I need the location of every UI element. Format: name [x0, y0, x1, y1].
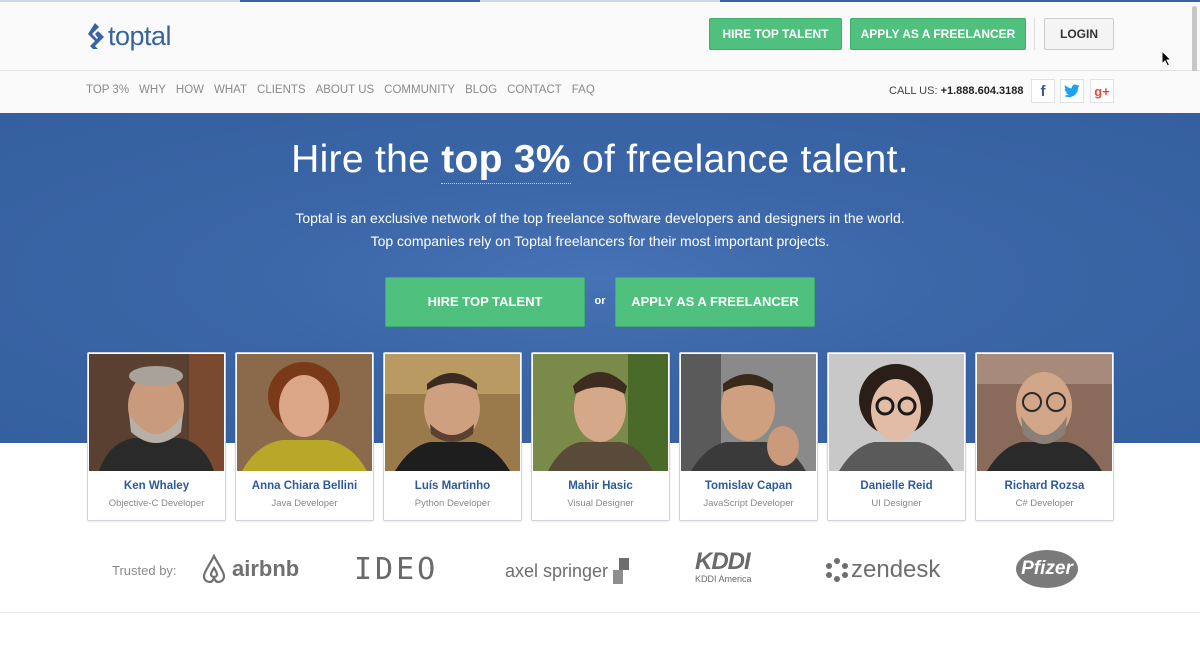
freelancer-card[interactable]: Danielle Reid UI Designer	[827, 352, 966, 521]
freelancer-card[interactable]: Tomislav Capan JavaScript Developer	[679, 352, 818, 521]
freelancer-name[interactable]: Ken Whaley	[88, 480, 225, 492]
apply-freelancer-button[interactable]: APPLY AS A FREELANCER	[850, 18, 1026, 50]
freelancer-role: Objective-C Developer	[108, 498, 205, 509]
freelancer-card[interactable]: Mahir Hasic Visual Designer	[531, 352, 670, 521]
freelancer-name[interactable]: Mahir Hasic	[532, 480, 669, 492]
freelancer-photo	[89, 354, 224, 471]
nav-item-blog[interactable]: BLOG	[465, 84, 497, 96]
call-us: CALL US: +1.888.604.3188	[889, 85, 1023, 97]
toptal-logo-icon	[88, 23, 104, 49]
hero-headline: Hire the top 3% of freelance talent.	[0, 138, 1200, 184]
axel-springer-logo: axel springer	[505, 556, 631, 586]
ideo-logo-text: IDEO	[354, 552, 439, 587]
twitter-icon[interactable]	[1060, 79, 1084, 103]
or-label: or	[594, 295, 606, 307]
freelancer-role: C# Developer	[1015, 498, 1074, 509]
section-divider	[0, 612, 1200, 613]
nav-item-clients[interactable]: CLIENTS	[257, 84, 306, 96]
nav-links: TOP 3% WHY HOW WHAT CLIENTS ABOUT US COM…	[86, 84, 605, 96]
freelancer-photo	[533, 354, 668, 471]
ideo-logo: IDEO	[354, 552, 438, 587]
kddi-logo-text: KDDI	[695, 548, 751, 575]
login-button[interactable]: LOGIN	[1044, 18, 1114, 50]
trusted-by-label: Trusted by:	[112, 563, 177, 578]
main-nav: TOP 3% WHY HOW WHAT CLIENTS ABOUT US COM…	[0, 71, 1200, 113]
nav-item-about-us[interactable]: ABOUT US	[316, 84, 375, 96]
freelancer-card[interactable]: Richard Rozsa C# Developer	[975, 352, 1114, 521]
mouse-cursor-icon	[1161, 50, 1173, 67]
hero-apply-button[interactable]: APPLY AS A FREELANCER	[615, 277, 815, 327]
airbnb-icon	[202, 554, 226, 584]
freelancer-photo	[681, 354, 816, 471]
freelancer-photo	[237, 354, 372, 471]
headline-pre: Hire the	[291, 138, 442, 181]
nav-item-what[interactable]: WHAT	[214, 84, 247, 96]
axel-springer-icon	[613, 558, 630, 584]
freelancer-card[interactable]: Luís Martinho Python Developer	[383, 352, 522, 521]
freelancer-card[interactable]: Anna Chiara Bellini Java Developer	[235, 352, 374, 521]
google-plus-icon[interactable]: g+	[1090, 79, 1114, 103]
zendesk-logo: zendesk	[825, 556, 940, 584]
zendesk-icon	[826, 558, 848, 582]
nav-item-how[interactable]: HOW	[176, 84, 204, 96]
phone-number[interactable]: +1.888.604.3188	[941, 85, 1024, 97]
toptal-logo[interactable]: toptal	[86, 20, 172, 52]
call-label: CALL US:	[889, 85, 938, 97]
freelancer-photo	[385, 354, 520, 471]
freelancer-photo	[829, 354, 964, 471]
kddi-logo: KDDI KDDI America	[695, 548, 752, 585]
hero-subtitle-2: Top companies rely on Toptal freelancers…	[370, 233, 830, 249]
headline-post: of freelance talent.	[570, 138, 909, 181]
kddi-logo-subtext: KDDI America	[695, 574, 752, 584]
freelancer-role: JavaScript Developer	[703, 498, 794, 509]
axel-springer-logo-text: axel springer	[505, 560, 609, 581]
zendesk-logo-text: zendesk	[851, 556, 941, 583]
freelancer-photo	[977, 354, 1112, 471]
top-header: toptal HIRE TOP TALENT APPLY AS A FREELA…	[0, 2, 1200, 71]
pfizer-logo: Pfizer	[1016, 550, 1078, 588]
freelancer-role: Python Developer	[414, 498, 491, 509]
pfizer-logo-text: Pfizer	[1021, 558, 1073, 579]
freelancer-name[interactable]: Anna Chiara Bellini	[236, 480, 373, 492]
nav-item-top3[interactable]: TOP 3%	[86, 84, 129, 96]
freelancer-role: Visual Designer	[567, 498, 634, 509]
nav-item-faq[interactable]: FAQ	[572, 84, 595, 96]
freelancer-card[interactable]: Ken Whaley Objective-C Developer	[87, 352, 226, 521]
nav-item-contact[interactable]: CONTACT	[507, 84, 562, 96]
nav-item-why[interactable]: WHY	[139, 84, 166, 96]
airbnb-logo: airbnb	[200, 554, 299, 584]
airbnb-logo-text: airbnb	[232, 556, 300, 581]
hero-subtitle-1: Toptal is an exclusive network of the to…	[295, 210, 905, 226]
freelancer-name[interactable]: Danielle Reid	[828, 480, 965, 492]
freelancer-name[interactable]: Richard Rozsa	[976, 480, 1113, 492]
hire-top-talent-button[interactable]: HIRE TOP TALENT	[709, 18, 842, 50]
freelancer-role: UI Designer	[871, 498, 922, 509]
brand-name: toptal	[108, 20, 172, 51]
freelancer-name[interactable]: Tomislav Capan	[680, 480, 817, 492]
hero-hire-button[interactable]: HIRE TOP TALENT	[385, 277, 585, 327]
header-divider	[1034, 18, 1035, 50]
freelancer-name[interactable]: Luís Martinho	[384, 480, 521, 492]
freelancer-role: Java Developer	[271, 498, 338, 509]
facebook-icon[interactable]: f	[1031, 79, 1055, 103]
headline-highlight[interactable]: top 3%	[441, 138, 571, 184]
nav-item-community[interactable]: COMMUNITY	[384, 84, 455, 96]
